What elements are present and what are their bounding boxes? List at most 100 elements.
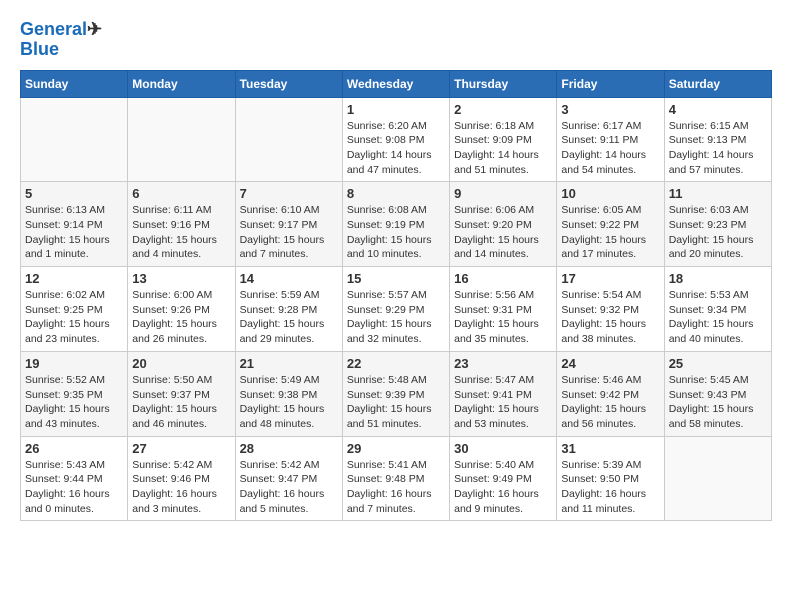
calendar-cell: 21 Sunrise: 5:49 AM Sunset: 9:38 PM Dayli… [235,351,342,436]
day-info: Sunrise: 6:05 AM Sunset: 9:22 PM Dayligh… [561,203,659,262]
calendar-cell: 12Sunrise: 6:02 AM Sunset: 9:25 PM Dayli… [21,267,128,352]
calendar-cell: 10 Sunrise: 6:05 AM Sunset: 9:22 PM Dayli… [557,182,664,267]
day-info: Sunrise: 5:49 AM Sunset: 9:38 PM Dayligh… [240,373,338,432]
calendar-cell: 28 Sunrise: 5:42 AM Sunset: 9:47 PM Dayli… [235,436,342,521]
calendar-cell: 29 Sunrise: 5:41 AM Sunset: 9:48 PM Dayli… [342,436,449,521]
day-info: Sunrise: 6:13 AM Sunset: 9:14 PM Dayligh… [25,203,123,262]
day-info: Sunrise: 6:00 AM Sunset: 9:26 PM Dayligh… [132,288,230,347]
logo-text: General✈ [20,20,102,40]
day-info: Sunrise: 5:42 AM Sunset: 9:47 PM Dayligh… [240,458,338,517]
calendar-cell: 17 Sunrise: 5:54 AM Sunset: 9:32 PM Dayli… [557,267,664,352]
logo: General✈ Blue [20,20,102,60]
day-number: 27 [132,441,230,456]
day-number: 22 [347,356,445,371]
day-number: 3 [561,102,659,117]
day-info: Sunrise: 5:42 AM Sunset: 9:46 PM Dayligh… [132,458,230,517]
day-info: Sunrise: 5:52 AM Sunset: 9:35 PM Dayligh… [25,373,123,432]
day-number: 5 [25,186,123,201]
weekday-header-monday: Monday [128,70,235,97]
calendar-cell: 6 Sunrise: 6:11 AM Sunset: 9:16 PM Daylig… [128,182,235,267]
day-info: Sunrise: 5:39 AM Sunset: 9:50 PM Dayligh… [561,458,659,517]
calendar-week-row: 19 Sunrise: 5:52 AM Sunset: 9:35 PM Dayli… [21,351,772,436]
day-number: 17 [561,271,659,286]
day-number: 2 [454,102,552,117]
day-info: Sunrise: 6:03 AM Sunset: 9:23 PM Dayligh… [669,203,767,262]
weekday-header-saturday: Saturday [664,70,771,97]
day-number: 23 [454,356,552,371]
day-info: Sunrise: 5:50 AM Sunset: 9:37 PM Dayligh… [132,373,230,432]
day-number: 7 [240,186,338,201]
calendar-week-row: 12Sunrise: 6:02 AM Sunset: 9:25 PM Dayli… [21,267,772,352]
calendar-table: SundayMondayTuesdayWednesdayThursdayFrid… [20,70,772,522]
weekday-header-wednesday: Wednesday [342,70,449,97]
day-number: 28 [240,441,338,456]
weekday-header-thursday: Thursday [450,70,557,97]
calendar-cell: 18 Sunrise: 5:53 AM Sunset: 9:34 PM Dayli… [664,267,771,352]
day-info: Sunrise: 6:10 AM Sunset: 9:17 PM Dayligh… [240,203,338,262]
day-info: Sunrise: 6:11 AM Sunset: 9:16 PM Dayligh… [132,203,230,262]
day-info: Sunrise: 5:45 AM Sunset: 9:43 PM Dayligh… [669,373,767,432]
day-number: 6 [132,186,230,201]
calendar-cell: 19 Sunrise: 5:52 AM Sunset: 9:35 PM Dayli… [21,351,128,436]
calendar-cell: 14Sunrise: 5:59 AM Sunset: 9:28 PM Dayli… [235,267,342,352]
day-info: Sunrise: 5:59 AM Sunset: 9:28 PM Dayligh… [240,288,338,347]
calendar-cell: 15 Sunrise: 5:57 AM Sunset: 9:29 PM Dayli… [342,267,449,352]
calendar-cell: 31 Sunrise: 5:39 AM Sunset: 9:50 PM Dayli… [557,436,664,521]
day-info: Sunrise: 5:41 AM Sunset: 9:48 PM Dayligh… [347,458,445,517]
day-info: Sunrise: 5:53 AM Sunset: 9:34 PM Dayligh… [669,288,767,347]
calendar-cell: 25Sunrise: 5:45 AM Sunset: 9:43 PM Dayli… [664,351,771,436]
calendar-cell: 3 Sunrise: 6:17 AM Sunset: 9:11 PM Daylig… [557,97,664,182]
weekday-header-sunday: Sunday [21,70,128,97]
calendar-cell: 9 Sunrise: 6:06 AM Sunset: 9:20 PM Daylig… [450,182,557,267]
day-number: 9 [454,186,552,201]
day-number: 15 [347,271,445,286]
calendar-cell [21,97,128,182]
weekday-header-friday: Friday [557,70,664,97]
calendar-cell: 13Sunrise: 6:00 AM Sunset: 9:26 PM Dayli… [128,267,235,352]
day-number: 21 [240,356,338,371]
day-number: 11 [669,186,767,201]
calendar-cell: 20 Sunrise: 5:50 AM Sunset: 9:37 PM Dayli… [128,351,235,436]
day-info: Sunrise: 5:54 AM Sunset: 9:32 PM Dayligh… [561,288,659,347]
calendar-cell: 11 Sunrise: 6:03 AM Sunset: 9:23 PM Dayli… [664,182,771,267]
calendar-cell [128,97,235,182]
day-info: Sunrise: 5:43 AM Sunset: 9:44 PM Dayligh… [25,458,123,517]
calendar-cell: 4Sunrise: 6:15 AM Sunset: 9:13 PM Daylig… [664,97,771,182]
day-info: Sunrise: 5:40 AM Sunset: 9:49 PM Dayligh… [454,458,552,517]
calendar-cell: 8Sunrise: 6:08 AM Sunset: 9:19 PM Daylig… [342,182,449,267]
calendar-cell: 22 Sunrise: 5:48 AM Sunset: 9:39 PM Dayli… [342,351,449,436]
day-number: 18 [669,271,767,286]
calendar-cell: 5 Sunrise: 6:13 AM Sunset: 9:14 PM Daylig… [21,182,128,267]
calendar-cell: 26 Sunrise: 5:43 AM Sunset: 9:44 PM Dayli… [21,436,128,521]
day-number: 10 [561,186,659,201]
day-number: 16 [454,271,552,286]
day-info: Sunrise: 5:57 AM Sunset: 9:29 PM Dayligh… [347,288,445,347]
day-number: 29 [347,441,445,456]
calendar-week-row: 1 Sunrise: 6:20 AM Sunset: 9:08 PM Daylig… [21,97,772,182]
day-number: 20 [132,356,230,371]
day-info: Sunrise: 6:17 AM Sunset: 9:11 PM Dayligh… [561,119,659,178]
day-info: Sunrise: 6:06 AM Sunset: 9:20 PM Dayligh… [454,203,552,262]
calendar-cell: 7 Sunrise: 6:10 AM Sunset: 9:17 PM Daylig… [235,182,342,267]
day-info: Sunrise: 5:46 AM Sunset: 9:42 PM Dayligh… [561,373,659,432]
weekday-header-row: SundayMondayTuesdayWednesdayThursdayFrid… [21,70,772,97]
day-info: Sunrise: 5:56 AM Sunset: 9:31 PM Dayligh… [454,288,552,347]
day-number: 1 [347,102,445,117]
day-number: 31 [561,441,659,456]
day-info: Sunrise: 6:08 AM Sunset: 9:19 PM Dayligh… [347,203,445,262]
weekday-header-tuesday: Tuesday [235,70,342,97]
day-number: 19 [25,356,123,371]
day-info: Sunrise: 5:47 AM Sunset: 9:41 PM Dayligh… [454,373,552,432]
day-info: Sunrise: 6:18 AM Sunset: 9:09 PM Dayligh… [454,119,552,178]
day-info: Sunrise: 6:20 AM Sunset: 9:08 PM Dayligh… [347,119,445,178]
day-info: Sunrise: 6:15 AM Sunset: 9:13 PM Dayligh… [669,119,767,178]
calendar-cell: 2 Sunrise: 6:18 AM Sunset: 9:09 PM Daylig… [450,97,557,182]
calendar-cell: 30 Sunrise: 5:40 AM Sunset: 9:49 PM Dayli… [450,436,557,521]
day-number: 26 [25,441,123,456]
day-number: 30 [454,441,552,456]
calendar-week-row: 5 Sunrise: 6:13 AM Sunset: 9:14 PM Daylig… [21,182,772,267]
calendar-cell [664,436,771,521]
day-info: Sunrise: 5:48 AM Sunset: 9:39 PM Dayligh… [347,373,445,432]
calendar-cell [235,97,342,182]
day-number: 12 [25,271,123,286]
